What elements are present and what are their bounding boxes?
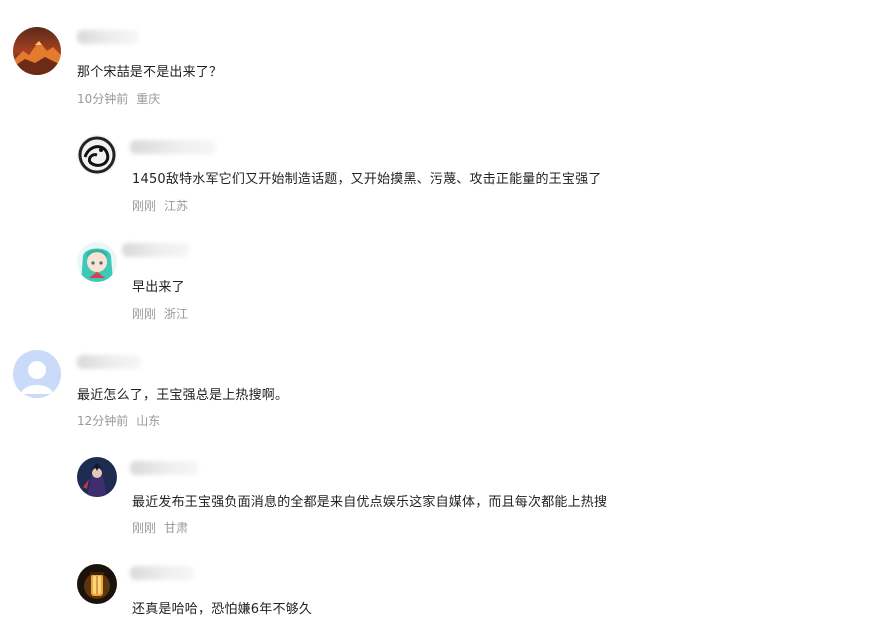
username-blurred [77, 30, 139, 44]
user-avatar[interactable] [77, 242, 117, 282]
reply-text: 最近发布王宝强负面消息的全都是来自优点娱乐这家自媒体，而且每次都能上热搜 [132, 495, 608, 510]
comment-meta: 10分钟前 重庆 [77, 90, 160, 107]
dark-fantasy-avatar-icon [77, 457, 117, 497]
anime-girl-avatar-icon [77, 242, 117, 282]
ink-dragon-avatar-icon [77, 135, 117, 175]
user-avatar[interactable] [13, 350, 61, 398]
username-blurred [122, 243, 190, 257]
comment-text: 最近怎么了，王宝强总是上热搜啊。 [77, 388, 289, 403]
reply-time: 刚刚 [132, 521, 157, 535]
lantern-avatar-icon [77, 564, 117, 604]
reply-time: 刚刚 [132, 307, 157, 321]
reply-text: 1450敌特水军它们又开始制造话题，又开始摸黑、污蔑、攻击正能量的王宝强了 [132, 172, 602, 187]
user-avatar[interactable] [77, 457, 117, 497]
reply-meta: 刚刚 江苏 [132, 197, 188, 214]
username-blurred [77, 355, 141, 369]
reply-meta: 刚刚 甘肃 [132, 519, 188, 536]
comment-location: 山东 [136, 414, 161, 428]
comment-text: 那个宋喆是不是出来了？ [77, 65, 223, 80]
reply-text: 还真是哈哈，恐怕嫌6年不够久 [132, 602, 313, 617]
reply-location: 江苏 [164, 199, 189, 213]
default-user-avatar-icon [13, 350, 61, 398]
reply-time: 刚刚 [132, 199, 157, 213]
reply-location: 甘肃 [164, 521, 189, 535]
username-blurred [130, 461, 198, 475]
comment-location: 重庆 [136, 92, 161, 106]
comment-time: 12分钟前 [77, 414, 129, 428]
user-avatar[interactable] [77, 564, 117, 604]
reply-location: 浙江 [164, 307, 189, 321]
username-blurred [130, 140, 216, 154]
reply-meta: 刚刚 浙江 [132, 305, 188, 322]
comment-time: 10分钟前 [77, 92, 129, 106]
username-blurred [130, 566, 194, 580]
reply-text: 早出来了 [132, 280, 185, 295]
user-avatar[interactable] [77, 135, 117, 175]
user-avatar[interactable] [13, 27, 61, 75]
mountain-sunset-avatar-icon [13, 27, 61, 75]
comment-meta: 12分钟前 山东 [77, 412, 160, 429]
